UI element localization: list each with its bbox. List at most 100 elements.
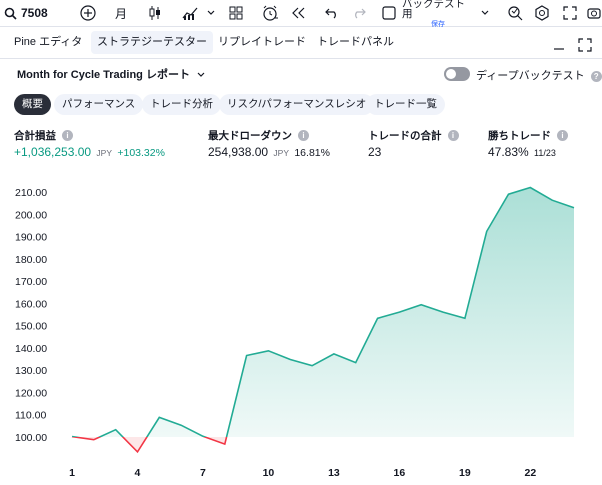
deep-backtest-label: ディープバックテスト <box>476 70 585 82</box>
zoom-search-icon <box>508 6 523 21</box>
redo-icon <box>355 8 366 19</box>
symbol-search-button[interactable]: 7508 <box>4 3 56 23</box>
win-rate-detail: 11/23 <box>534 148 556 158</box>
minimize-icon <box>554 48 564 50</box>
win-rate-label: 勝ちトレード <box>488 130 551 142</box>
x-tick-label: 10 <box>263 467 275 479</box>
x-tick-label: 16 <box>394 467 406 479</box>
net-profit-unit: JPY <box>96 148 113 158</box>
win-rate-label-wrap: 勝ちトレード i <box>488 128 568 143</box>
compare-button[interactable] <box>78 3 98 23</box>
report-title-button[interactable]: Month for Cycle Trading レポート <box>17 66 205 82</box>
undo-icon <box>325 8 336 19</box>
deep-backtest-label-wrap: ディープバックテスト ? <box>476 67 602 83</box>
y-tick-label: 160.00 <box>15 298 47 310</box>
fullscreen-icon <box>563 6 577 20</box>
subtab-performance[interactable]: パフォーマンス <box>54 94 144 115</box>
plus-circle-icon <box>80 5 96 21</box>
layouts-button[interactable] <box>226 3 246 23</box>
y-tick-label: 110.00 <box>15 410 46 422</box>
settings-button[interactable] <box>532 3 552 23</box>
chevron-down-icon <box>481 10 489 15</box>
tab-replay-trading[interactable]: リプレイトレード <box>212 31 312 54</box>
tab-strategy-tester[interactable]: ストラテジーテスター <box>91 31 213 54</box>
layout-name: バックテスト用 <box>402 0 465 20</box>
panel-tabs: Pine エディタ ストラテジーテスター リプレイトレード トレードパネル <box>0 27 602 59</box>
fullscreen-button[interactable] <box>561 3 579 23</box>
total-trades-label-wrap: トレードの合計 i <box>368 128 459 143</box>
info-icon[interactable]: i <box>447 130 459 141</box>
indicators-icon <box>182 7 197 20</box>
y-tick-label: 170.00 <box>15 276 47 288</box>
layout-name-button[interactable]: バックテスト用 保存 <box>402 0 474 28</box>
help-icon[interactable]: ? <box>590 71 602 82</box>
alert-button[interactable] <box>259 3 281 23</box>
top-toolbar: 7508 月 バックテスト用 保存 <box>0 0 602 28</box>
square-icon <box>382 6 396 20</box>
y-tick-label: 180.00 <box>15 254 47 266</box>
win-rate-value: 47.83% <box>488 145 529 159</box>
gear-icon <box>535 5 549 21</box>
chevron-down-icon <box>197 72 205 77</box>
quick-search-button[interactable] <box>505 3 525 23</box>
x-axis: 1 4 7 10 13 16 19 22 <box>69 467 536 479</box>
net-profit-label-wrap: 合計損益 i <box>14 128 73 143</box>
layout-dropdown[interactable] <box>478 3 492 23</box>
x-tick-label: 22 <box>525 467 537 479</box>
chart-type-button[interactable] <box>145 3 165 23</box>
net-profit-value: +1,036,253.00 <box>14 145 92 159</box>
x-tick-label: 4 <box>135 467 141 479</box>
minimize-panel-button[interactable] <box>551 35 567 55</box>
info-icon[interactable]: i <box>62 130 73 141</box>
maximize-panel-button[interactable] <box>576 35 594 55</box>
report-title: Month for Cycle Trading レポート <box>17 69 190 81</box>
subtab-overview[interactable]: 概要 <box>14 94 51 115</box>
y-tick-label: 100.00 <box>15 432 47 444</box>
total-trades-label: トレードの合計 <box>368 130 442 142</box>
rewind-icon <box>292 7 305 19</box>
y-tick-label: 200.00 <box>15 209 47 221</box>
equity-area <box>72 187 574 437</box>
y-axis: 100.00 110.00 120.00 130.00 140.00 150.00 160.… <box>15 187 47 444</box>
maximize-icon <box>578 38 592 52</box>
snapshot-button[interactable] <box>586 3 602 23</box>
undo-button[interactable] <box>322 3 342 23</box>
search-icon <box>4 7 17 20</box>
y-tick-label: 210.00 <box>15 187 47 199</box>
x-tick-label: 1 <box>69 467 75 479</box>
symbol-label: 7508 <box>21 6 48 20</box>
max-drawdown-value-wrap: 254,938.00 JPY 16.81% <box>208 145 330 159</box>
net-profit-label: 合計損益 <box>14 130 56 142</box>
subtab-trade-list[interactable]: トレード一覧 <box>366 94 445 115</box>
tab-trading-panel[interactable]: トレードパネル <box>311 31 400 54</box>
subtab-risk-ratio[interactable]: リスク/パフォーマンスレシオ <box>219 94 375 115</box>
indicators-dropdown[interactable] <box>204 3 218 23</box>
info-icon[interactable]: i <box>557 130 568 141</box>
max-drawdown-label: 最大ドローダウン <box>208 130 292 142</box>
indicators-button[interactable] <box>180 3 200 23</box>
tab-pine-editor[interactable]: Pine エディタ <box>8 31 88 54</box>
net-profit-value-wrap: +1,036,253.00 JPY +103.32% <box>14 145 165 159</box>
grid-icon <box>229 6 243 20</box>
layout-box-button[interactable] <box>380 3 398 23</box>
deep-backtest-toggle[interactable] <box>444 67 470 81</box>
camera-icon <box>587 8 601 19</box>
replay-button[interactable] <box>288 3 308 23</box>
y-tick-label: 120.00 <box>15 387 47 399</box>
win-rate-value-wrap: 47.83% 11/23 <box>488 145 556 159</box>
y-tick-label: 130.00 <box>15 365 47 377</box>
info-icon[interactable]: i <box>298 130 309 141</box>
total-trades-value: 23 <box>368 145 382 159</box>
interval-button[interactable]: 月 <box>110 3 132 23</box>
y-tick-label: 150.00 <box>15 321 47 333</box>
x-tick-label: 13 <box>328 467 340 479</box>
x-tick-label: 19 <box>459 467 471 479</box>
redo-button[interactable] <box>349 3 369 23</box>
y-tick-label: 140.00 <box>15 343 47 355</box>
max-drawdown-value: 254,938.00 <box>208 145 269 159</box>
max-drawdown-unit: JPY <box>273 148 289 158</box>
alarm-clock-icon <box>262 5 278 21</box>
net-profit-pct: +103.32% <box>117 147 165 159</box>
max-drawdown-label-wrap: 最大ドローダウン i <box>208 128 309 143</box>
subtab-trade-analysis[interactable]: トレード分析 <box>142 94 221 115</box>
